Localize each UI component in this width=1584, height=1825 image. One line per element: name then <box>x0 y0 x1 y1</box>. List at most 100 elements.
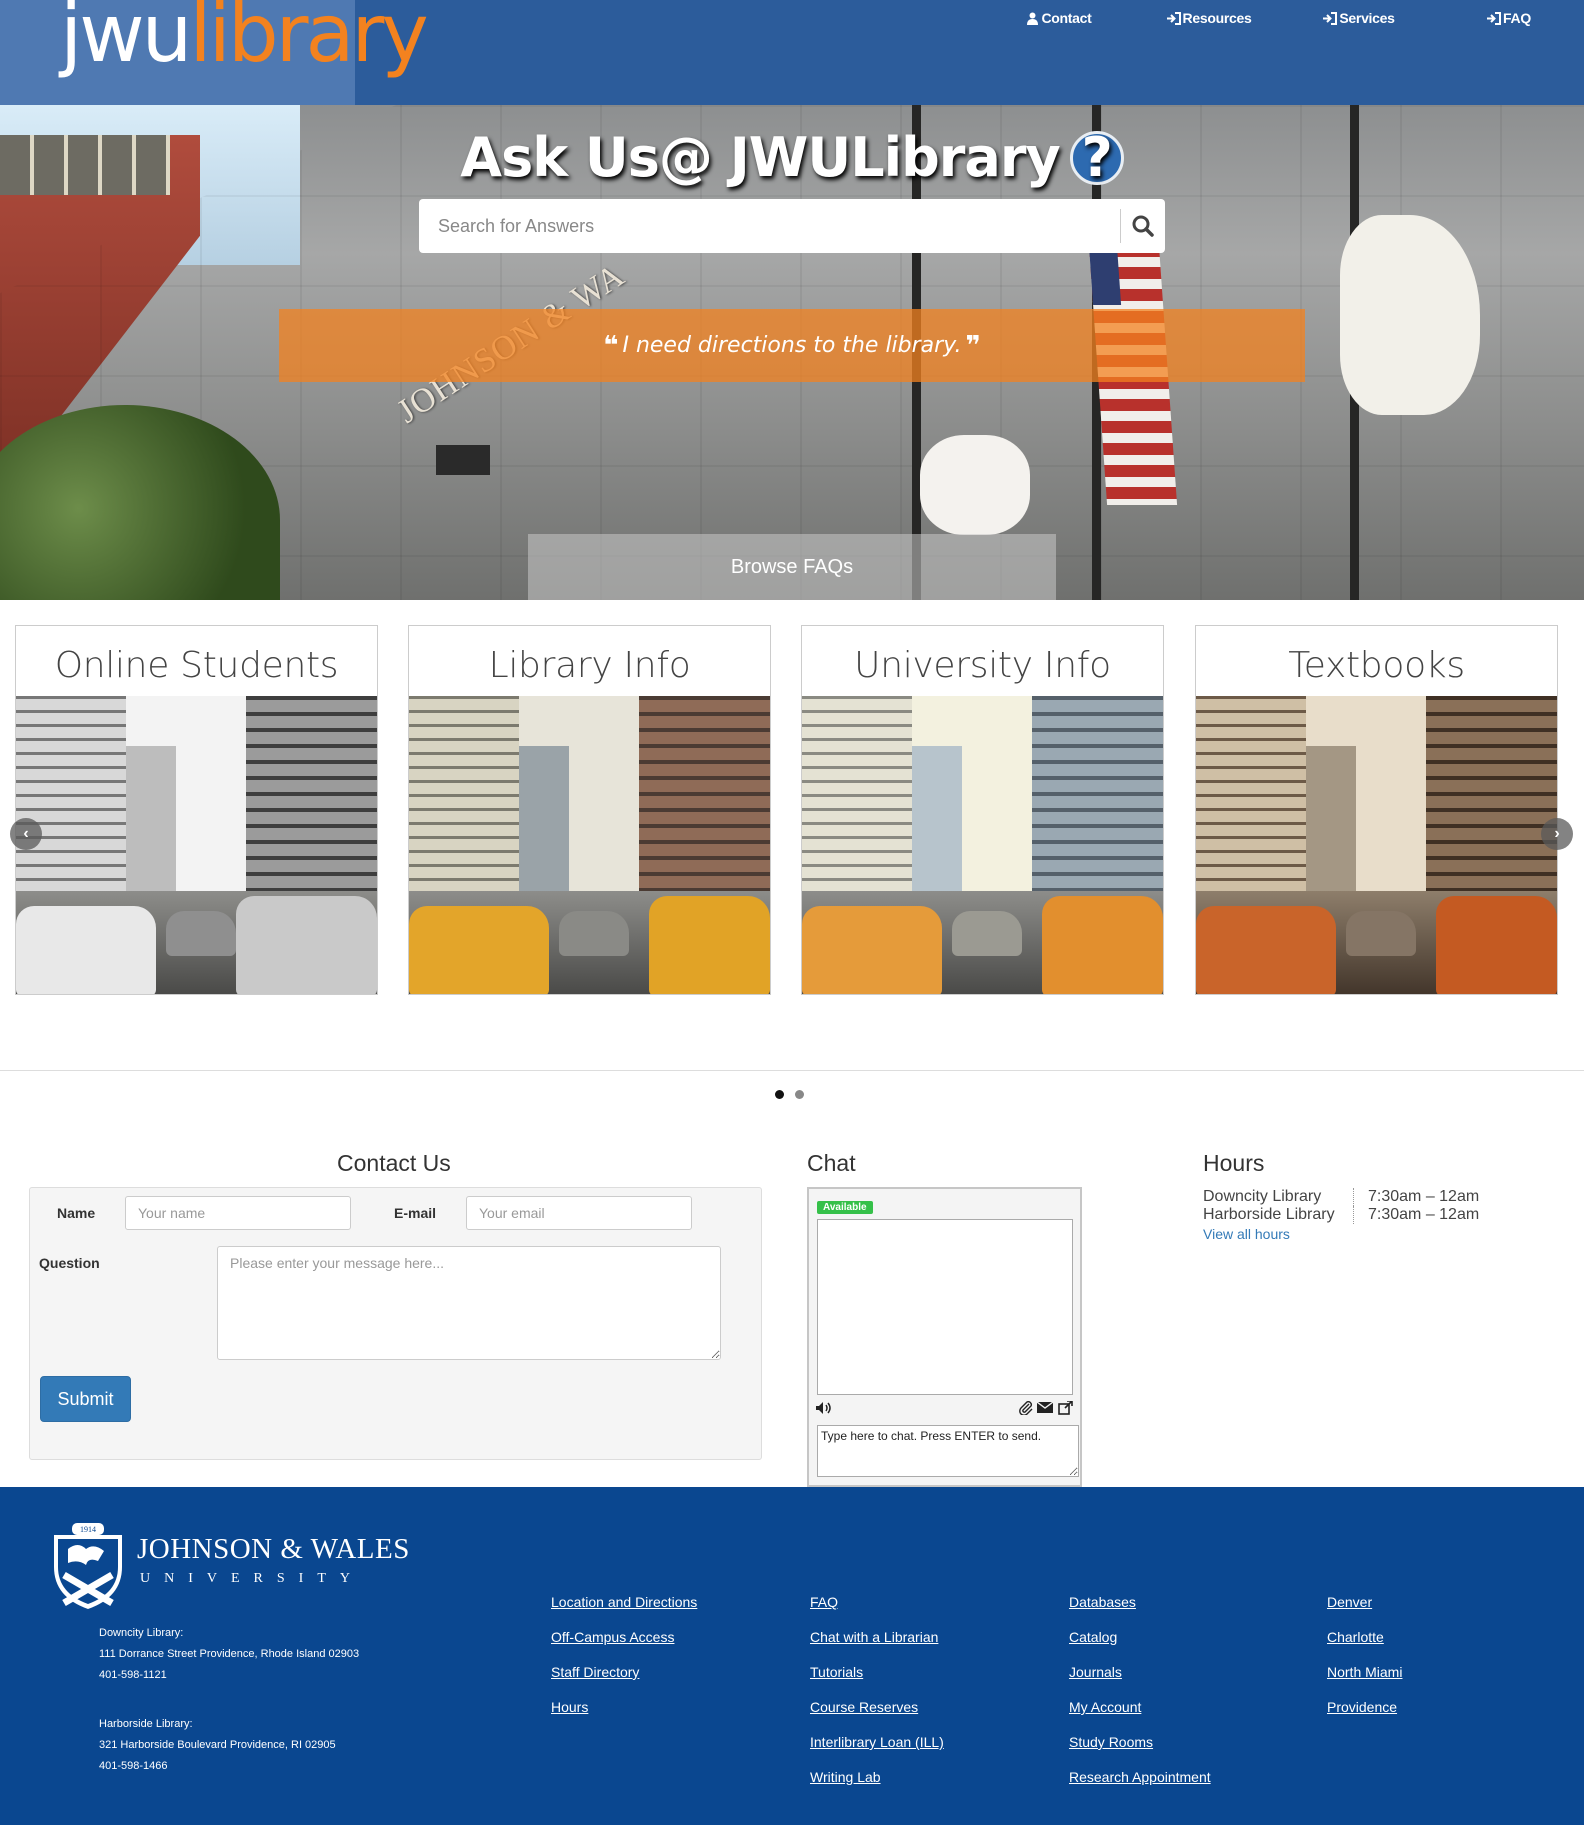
carousel-next-button[interactable]: › <box>1541 818 1573 850</box>
search-button[interactable] <box>1120 209 1165 243</box>
city-street-image <box>409 696 770 994</box>
footer-link[interactable]: My Account <box>1069 1690 1211 1725</box>
downcity-address: Downcity Library: 111 Dorrance Street Pr… <box>99 1623 359 1686</box>
city-street-image <box>802 696 1163 994</box>
address-phone: 401-598-1466 <box>99 1760 168 1772</box>
hours-heading: Hours <box>1203 1150 1265 1176</box>
white-flag <box>920 435 1030 535</box>
footer-link[interactable]: North Miami <box>1327 1655 1402 1690</box>
top-nav: Contact Resources Services FAQ <box>984 10 1584 26</box>
footer-link[interactable]: Off-Campus Access <box>551 1620 697 1655</box>
jwu-crest-icon: 1914 <box>54 1523 122 1609</box>
submit-button[interactable]: Submit <box>40 1376 131 1422</box>
chevron-left-icon: ‹ <box>23 825 29 842</box>
footer-link[interactable]: Denver <box>1327 1585 1402 1620</box>
carousel-pagination <box>775 1090 804 1099</box>
card-online-students[interactable]: Online Students <box>15 625 378 995</box>
question-field[interactable] <box>217 1246 721 1360</box>
sign-in-icon <box>1487 12 1502 25</box>
view-all-hours-link[interactable]: View all hours <box>1203 1226 1479 1242</box>
nav-contact-label: Contact <box>1041 10 1092 26</box>
envelope-icon[interactable] <box>1037 1401 1053 1414</box>
logo-library: library <box>189 0 428 80</box>
name-field[interactable] <box>125 1196 351 1230</box>
external-link-icon[interactable] <box>1058 1401 1073 1415</box>
volume-icon[interactable] <box>815 1401 831 1415</box>
footer-link[interactable]: FAQ <box>810 1585 944 1620</box>
user-icon <box>1027 12 1039 25</box>
hero-title-text: Ask Us@ JWULibrary <box>460 126 1060 189</box>
footer-link[interactable]: Course Reserves <box>810 1690 944 1725</box>
logo-jwu: jwu <box>60 0 192 80</box>
footer-link[interactable]: Chat with a Librarian <box>810 1620 944 1655</box>
footer-link[interactable]: Databases <box>1069 1585 1211 1620</box>
question-circle-icon: ? <box>1069 130 1124 185</box>
harborside-address: Harborside Library: 321 Harborside Boule… <box>99 1714 336 1777</box>
chat-widget: Available Type here to chat. Press ENTER… <box>807 1187 1082 1487</box>
footer-link[interactable]: Journals <box>1069 1655 1211 1690</box>
footer-link[interactable]: Tutorials <box>810 1655 944 1690</box>
city-street-image <box>1196 696 1557 994</box>
email-label: E-mail <box>394 1205 437 1221</box>
nav-faq[interactable]: FAQ <box>1434 10 1584 26</box>
card-title: Library Info <box>488 645 691 686</box>
footer-link[interactable]: Staff Directory <box>551 1655 697 1690</box>
hours-row: Downcity Library 7:30am – 12am <box>1203 1188 1479 1206</box>
footer-link[interactable]: Providence <box>1327 1690 1402 1725</box>
card-title: University Info <box>854 645 1111 686</box>
footer-col-resources: Databases Catalog Journals My Account St… <box>1069 1585 1211 1795</box>
chat-toolbar <box>815 1401 1075 1417</box>
browse-faqs-button[interactable]: Browse FAQs <box>528 534 1056 600</box>
email-field[interactable] <box>466 1196 692 1230</box>
search-input[interactable] <box>419 199 1119 253</box>
footer-link[interactable]: Catalog <box>1069 1620 1211 1655</box>
card-textbooks[interactable]: Textbooks <box>1195 625 1558 995</box>
hours-table: Downcity Library 7:30am – 12am Harborside… <box>1203 1188 1479 1242</box>
city-street-image <box>16 696 377 994</box>
card-title: Textbooks <box>1288 645 1465 686</box>
footer-link[interactable]: Study Rooms <box>1069 1725 1211 1760</box>
university-name: JOHNSON & WALES <box>137 1533 410 1565</box>
carousel-dot-2[interactable] <box>795 1090 804 1099</box>
contact-heading: Contact Us <box>337 1150 451 1176</box>
address-label: Harborside Library: <box>99 1718 193 1730</box>
footer-col-campuses: Denver Charlotte North Miami Providence <box>1327 1585 1402 1725</box>
carousel-prev-button[interactable]: ‹ <box>10 818 42 850</box>
question-label: Question <box>39 1255 100 1271</box>
chat-transcript <box>817 1219 1073 1395</box>
footer-link[interactable]: Interlibrary Loan (ILL) <box>810 1725 944 1760</box>
nav-contact[interactable]: Contact <box>984 10 1134 26</box>
carousel-dot-1[interactable] <box>775 1090 784 1099</box>
sample-question-banner[interactable]: ❝ I need directions to the library. ❞ <box>279 309 1305 382</box>
footer-col-services: Location and Directions Off-Campus Acces… <box>551 1585 697 1725</box>
library-name: Harborside Library <box>1203 1206 1335 1223</box>
library-name: Downcity Library <box>1203 1188 1322 1205</box>
nav-faq-label: FAQ <box>1503 10 1531 26</box>
paperclip-icon[interactable] <box>1019 1401 1033 1415</box>
card-library-info[interactable]: Library Info <box>408 625 771 995</box>
library-hours: 7:30am – 12am <box>1368 1206 1480 1223</box>
footer-link[interactable]: Hours <box>551 1690 697 1725</box>
faq-search <box>419 199 1165 253</box>
sample-question-text: I need directions to the library. <box>622 333 962 358</box>
nav-services-label: Services <box>1339 10 1395 26</box>
top-header: jwulibrary Contact Resources Services FA… <box>0 0 1584 105</box>
jwu-library-logo[interactable]: jwulibrary <box>60 0 429 74</box>
footer-link[interactable]: Location and Directions <box>551 1585 697 1620</box>
site-footer: 1914 JOHNSON & WALES UNIVERSITY Downcity… <box>0 1487 1584 1825</box>
footer-link[interactable]: Charlotte <box>1327 1620 1402 1655</box>
footer-link[interactable]: Research Appointment <box>1069 1760 1211 1795</box>
quote-close-icon: ❞ <box>965 330 981 361</box>
sign-in-icon <box>1166 12 1181 25</box>
footer-col-help: FAQ Chat with a Librarian Tutorials Cour… <box>810 1585 944 1795</box>
nav-resources[interactable]: Resources <box>1134 10 1284 26</box>
nav-services[interactable]: Services <box>1284 10 1434 26</box>
card-university-info[interactable]: University Info <box>801 625 1164 995</box>
hero-banner: JOHNSON & WA Ask Us@ JWULibrary? ❝I need… <box>0 105 1584 600</box>
chat-heading: Chat <box>807 1150 856 1176</box>
name-label: Name <box>57 1205 96 1221</box>
hours-row: Harborside Library 7:30am – 12am <box>1203 1206 1479 1224</box>
footer-link[interactable]: Writing Lab <box>810 1760 944 1795</box>
chat-input[interactable]: Type here to chat. Press ENTER to send. <box>817 1425 1079 1477</box>
address-label: Downcity Library: <box>99 1627 184 1639</box>
